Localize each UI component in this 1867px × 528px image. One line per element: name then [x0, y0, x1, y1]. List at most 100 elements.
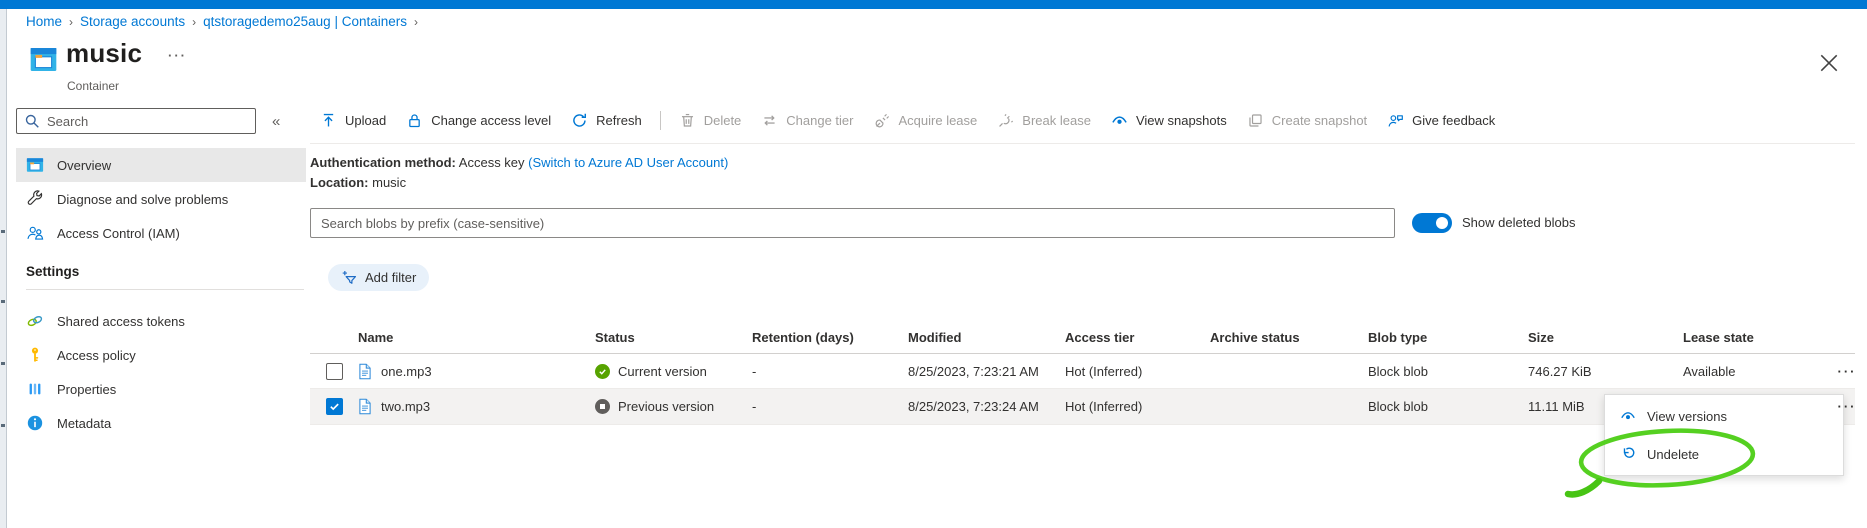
- breadcrumb-link-containers[interactable]: qtstoragedemo25aug | Containers: [203, 14, 407, 29]
- close-icon[interactable]: [1820, 54, 1838, 72]
- refresh-icon: [573, 113, 587, 127]
- people-icon: [27, 226, 44, 240]
- access-tier-cell: Hot (Inferred): [1065, 363, 1143, 379]
- current-version-icon: [595, 363, 610, 379]
- eye-icon: [1621, 412, 1635, 420]
- context-menu-item-undelete[interactable]: Undelete: [1605, 435, 1843, 473]
- upload-icon: [323, 113, 334, 126]
- search-icon: [25, 114, 39, 128]
- collapse-sidebar-icon[interactable]: «: [272, 113, 280, 130]
- break-lease-button[interactable]: Break lease: [987, 104, 1101, 136]
- breadcrumb-link-home[interactable]: Home: [26, 14, 62, 29]
- title-more-menu-icon[interactable]: ···: [168, 48, 187, 63]
- filter-row: Show deleted blobs: [310, 208, 1575, 238]
- plug-icon: [875, 113, 889, 127]
- container-icon: [26, 158, 44, 172]
- size-cell: 746.27 KiB: [1528, 363, 1592, 379]
- copy-icon: [1249, 113, 1262, 127]
- column-header-modified[interactable]: Modified: [908, 330, 1065, 345]
- sidebar-search-input[interactable]: [16, 108, 256, 134]
- column-header-blob-type[interactable]: Blob type: [1368, 330, 1528, 345]
- column-header-archive-status[interactable]: Archive status: [1210, 330, 1368, 345]
- sidebar-item-label: Metadata: [57, 415, 112, 431]
- sidebar-section-settings: Settings: [26, 264, 80, 279]
- show-deleted-blobs-label: Show deleted blobs: [1462, 215, 1576, 230]
- authentication-method-line: Authentication method: Access key (Switc…: [310, 155, 729, 170]
- view-snapshots-button[interactable]: View snapshots: [1101, 104, 1237, 136]
- sidebar-item-label: Diagnose and solve problems: [57, 191, 229, 207]
- sidebar-item-access-control-iam[interactable]: Access Control (IAM): [16, 216, 306, 250]
- acquire-lease-button[interactable]: Acquire lease: [864, 104, 988, 136]
- link-icon: [27, 316, 43, 327]
- sidebar-item-label: Access Control (IAM): [57, 225, 180, 241]
- column-header-access-tier[interactable]: Access tier: [1065, 330, 1210, 345]
- sidebar-item-label: Properties: [57, 381, 117, 397]
- access-tier-cell: Hot (Inferred): [1065, 399, 1143, 414]
- switch-auth-link[interactable]: (Switch to Azure AD User Account): [528, 155, 728, 170]
- blob-name-cell[interactable]: two.mp3: [358, 398, 595, 415]
- retention-cell: -: [752, 363, 757, 379]
- status-cell: Previous version: [595, 399, 752, 414]
- table-header-row: Name Status Retention (days) Modified Ac…: [310, 322, 1855, 354]
- trash-icon: [681, 113, 693, 127]
- broken-plug-icon: [999, 113, 1014, 127]
- sidebar-item-metadata[interactable]: Metadata: [16, 406, 306, 440]
- lock-icon: [409, 113, 421, 127]
- azure-portal-container-blade: { "glyphs": { "collapse": "«", "ellipsis…: [0, 0, 1867, 528]
- blob-type-cell: Block blob: [1368, 363, 1428, 379]
- retention-cell: -: [752, 399, 757, 414]
- sidebar-item-label: Access policy: [57, 347, 136, 363]
- sidebar-item-shared-access-tokens[interactable]: Shared access tokens: [16, 304, 306, 338]
- change-access-level-button[interactable]: Change access level: [396, 104, 561, 136]
- bars-icon: [29, 383, 41, 395]
- sidebar-item-label: Overview: [57, 157, 112, 173]
- toggle-knob: [1436, 217, 1448, 229]
- file-icon: [359, 363, 371, 379]
- info-icon: [27, 415, 43, 431]
- give-feedback-button[interactable]: Give feedback: [1377, 104, 1505, 136]
- blob-type-cell: Block blob: [1368, 399, 1428, 414]
- context-menu-item-view-versions[interactable]: View versions: [1605, 397, 1843, 435]
- breadcrumb-separator: ›: [414, 15, 418, 29]
- blob-name-cell[interactable]: one.mp3: [358, 363, 595, 380]
- azure-top-bar: [0, 0, 1867, 9]
- sidebar-item-diagnose[interactable]: Diagnose and solve problems: [16, 182, 306, 216]
- change-tier-button[interactable]: Change tier: [751, 104, 863, 136]
- breadcrumb-link-storage-accounts[interactable]: Storage accounts: [80, 14, 185, 29]
- page-subtitle: Container: [67, 79, 120, 93]
- row-more-menu-icon[interactable]: ···: [1833, 364, 1861, 379]
- toolbar-separator: [310, 143, 1855, 144]
- add-filter-button[interactable]: Add filter: [328, 264, 430, 291]
- check-icon: [330, 403, 339, 411]
- toolbar: Upload Change access level Refresh Delet…: [310, 104, 1505, 136]
- column-header-retention[interactable]: Retention (days): [752, 330, 908, 345]
- toolbar-divider: [659, 110, 661, 130]
- sidebar-item-access-policy[interactable]: Access policy: [16, 338, 306, 372]
- show-deleted-blobs-toggle[interactable]: [1412, 213, 1452, 233]
- column-header-lease-state[interactable]: Lease state: [1683, 330, 1833, 345]
- delete-button[interactable]: Delete: [669, 104, 752, 136]
- column-header-size[interactable]: Size: [1528, 330, 1683, 345]
- location-line: Location: music: [310, 175, 407, 190]
- column-header-name[interactable]: Name: [358, 330, 595, 345]
- upload-button[interactable]: Upload: [310, 104, 396, 136]
- blob-prefix-search-input[interactable]: [310, 208, 1395, 238]
- column-header-status[interactable]: Status: [595, 330, 752, 345]
- row-checkbox[interactable]: [326, 398, 343, 415]
- refresh-button[interactable]: Refresh: [561, 104, 652, 136]
- sidebar-item-label: Shared access tokens: [57, 313, 185, 329]
- create-snapshot-button[interactable]: Create snapshot: [1237, 104, 1377, 136]
- sidebar-item-overview[interactable]: Overview: [16, 148, 306, 182]
- background-blade-edge: [0, 9, 7, 528]
- sidebar-divider: [26, 289, 304, 290]
- row-checkbox[interactable]: [326, 362, 343, 380]
- previous-version-icon: [595, 399, 610, 414]
- status-cell: Current version: [595, 363, 752, 379]
- sidebar-item-properties[interactable]: Properties: [16, 372, 306, 406]
- undo-icon: [1623, 447, 1635, 458]
- feedback-icon: [1388, 114, 1404, 127]
- row-more-menu-icon[interactable]: ···: [1833, 399, 1861, 414]
- file-icon: [359, 398, 371, 415]
- blade-info: Authentication method: Access key (Switc…: [310, 153, 728, 193]
- table-row[interactable]: one.mp3 Current version - 8/25/2023, 7:2…: [310, 354, 1855, 389]
